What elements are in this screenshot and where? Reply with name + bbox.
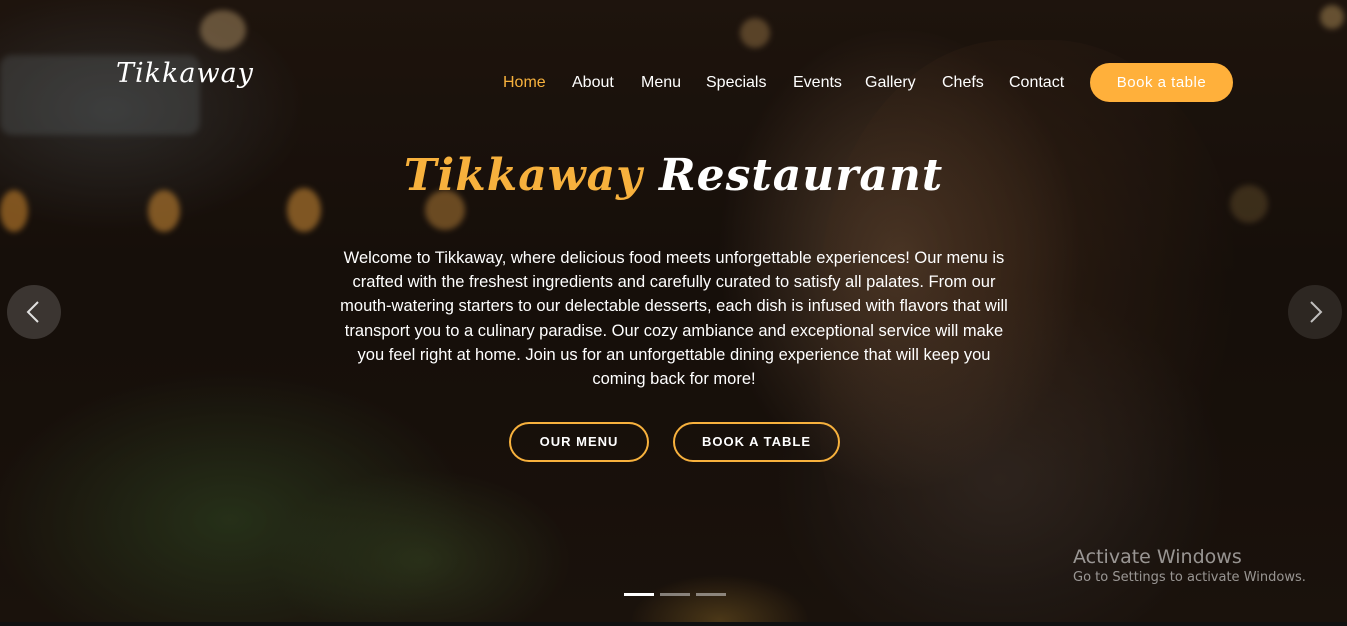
our-menu-button[interactable]: OUR MENU xyxy=(509,422,649,462)
book-a-table-nav-button[interactable]: Book a table xyxy=(1090,63,1233,102)
hero-title-accent: Tikkaway xyxy=(403,150,643,201)
hero-title: Tikkaway Restaurant xyxy=(0,150,1347,201)
nav-item-contact[interactable]: Contact xyxy=(1009,74,1064,92)
watermark-subtitle: Go to Settings to activate Windows. xyxy=(1073,570,1306,585)
carousel-next-button[interactable] xyxy=(1288,285,1342,339)
nav-item-home[interactable]: Home xyxy=(503,74,546,92)
nav-item-specials[interactable]: Specials xyxy=(706,74,766,92)
carousel-indicator-1[interactable] xyxy=(624,593,654,596)
nav-item-gallery[interactable]: Gallery xyxy=(865,74,916,92)
nav-item-chefs[interactable]: Chefs xyxy=(942,74,984,92)
hero-description: Welcome to Tikkaway, where delicious foo… xyxy=(340,249,1008,389)
watermark-title: Activate Windows xyxy=(1073,546,1242,568)
chevron-left-icon xyxy=(26,301,39,323)
carousel-prev-button[interactable] xyxy=(7,285,61,339)
carousel-indicator-2[interactable] xyxy=(660,593,690,596)
nav-item-menu[interactable]: Menu xyxy=(641,74,681,92)
nav-item-events[interactable]: Events xyxy=(793,74,842,92)
hero-title-rest: Restaurant xyxy=(659,150,944,201)
chevron-right-icon xyxy=(1310,301,1323,323)
main-navigation: Home About Menu Specials Events Gallery … xyxy=(0,0,1347,102)
windows-activation-watermark: Activate Windows Go to Settings to activ… xyxy=(1073,546,1306,585)
book-a-table-button[interactable]: BOOK A TABLE xyxy=(673,422,840,462)
nav-item-about[interactable]: About xyxy=(572,74,614,92)
bottom-strip xyxy=(0,622,1347,626)
carousel-indicator-3[interactable] xyxy=(696,593,726,596)
